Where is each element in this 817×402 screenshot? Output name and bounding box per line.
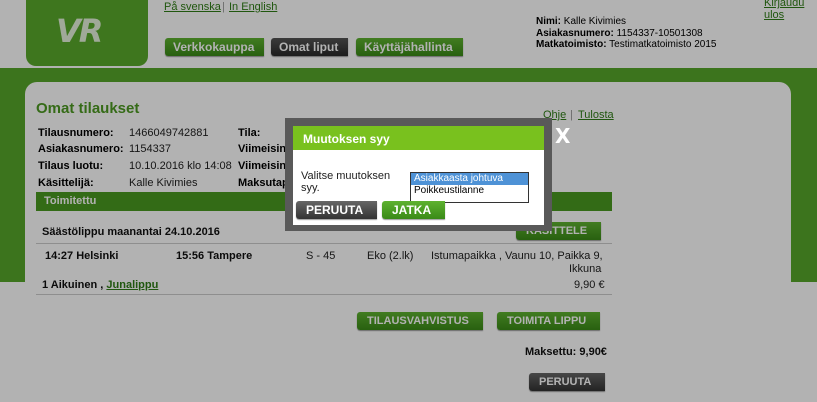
change-reason-dialog: Muutoksen syy Valitse muutoksen syy. Asi… <box>293 126 544 225</box>
reason-listbox[interactable]: Asiakkaasta johtuva Poikkeustilanne <box>410 172 529 203</box>
dialog-title: Muutoksen syy <box>293 126 544 150</box>
dialog-continue-button[interactable]: JATKA <box>382 201 446 219</box>
reason-option-exception[interactable]: Poikkeustilanne <box>411 185 528 197</box>
close-icon[interactable]: X <box>555 124 570 148</box>
dialog-prompt: Valitse muutoksen syy. <box>301 170 391 194</box>
reason-option-customer[interactable]: Asiakkaasta johtuva <box>411 173 528 185</box>
dialog-cancel-button[interactable]: PERUUTA <box>296 201 378 219</box>
